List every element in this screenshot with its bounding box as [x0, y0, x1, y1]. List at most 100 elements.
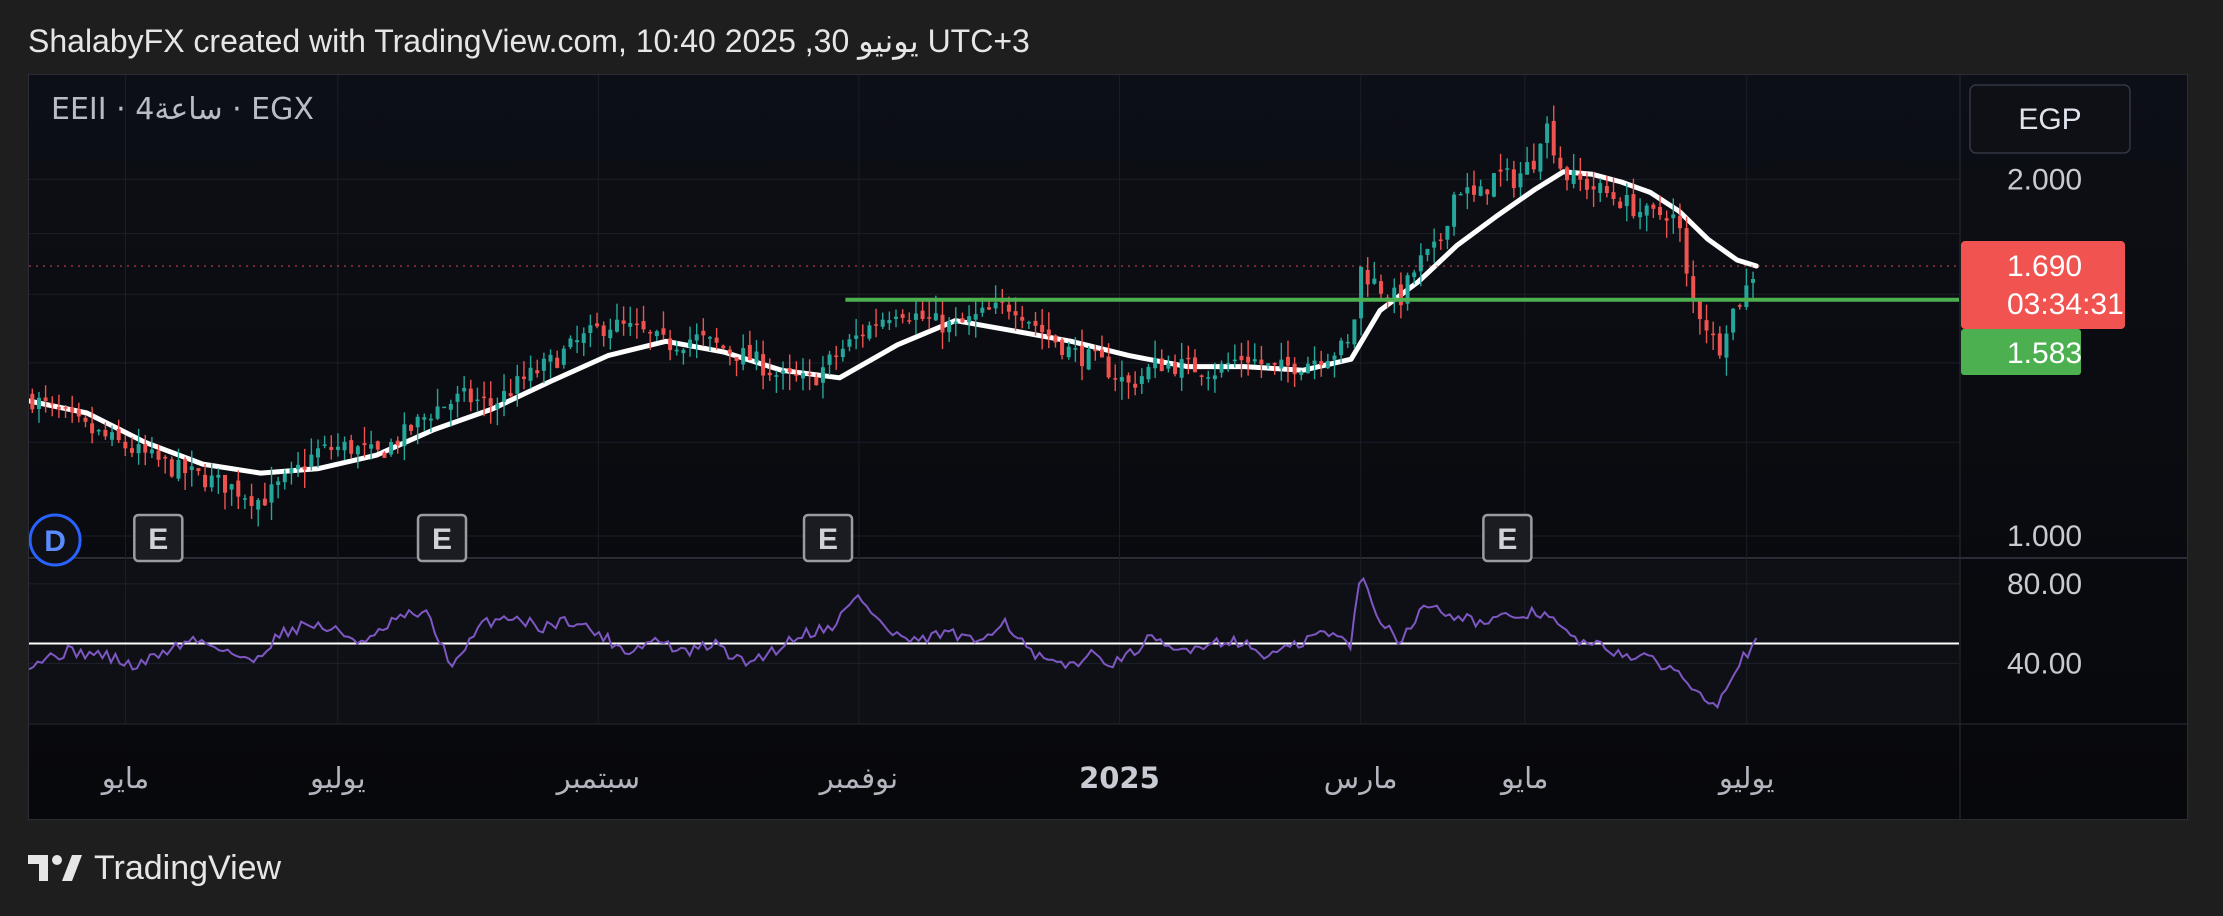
- candle-body-211: [1432, 241, 1437, 248]
- candle-body-82: [575, 340, 580, 343]
- candle-body-208: [1412, 272, 1417, 278]
- candle-body-141: [967, 316, 972, 323]
- candle-body-55: [395, 440, 400, 446]
- candle-body-220: [1491, 173, 1496, 197]
- chart-canvas[interactable]: مايو يوليو سبتمبر نوفمبر 2025 مارس مايو يوليو 2.…: [29, 75, 2188, 820]
- candle-body-142: [973, 314, 978, 320]
- candle-body-16: [136, 444, 141, 454]
- candle-body-8: [83, 417, 88, 422]
- candle-body-157: [1073, 348, 1078, 350]
- candle-body-13: [116, 428, 121, 441]
- time-tick-label-1: يوليو: [308, 761, 366, 795]
- earnings-marker-label-3: E: [1497, 523, 1517, 556]
- candle-body-78: [548, 354, 553, 362]
- earnings-marker-1[interactable]: E: [416, 513, 468, 563]
- candle-body-243: [1644, 205, 1649, 216]
- candle-body-238: [1611, 192, 1616, 200]
- symbol-label: EEII · 4ساعة · EGX: [51, 92, 314, 127]
- candle-body-159: [1086, 349, 1091, 370]
- candle-body-83: [581, 333, 586, 344]
- candle-body-138: [947, 321, 952, 333]
- candle-body-145: [993, 302, 998, 309]
- candle-body-101: [701, 330, 706, 336]
- earnings-marker-3[interactable]: E: [1482, 513, 1533, 563]
- candle-body-224: [1518, 173, 1523, 188]
- candle-body-107: [741, 348, 746, 365]
- candle-body-110: [761, 354, 766, 376]
- candle-body-166: [1133, 383, 1138, 388]
- footer-brand[interactable]: TradingView: [94, 849, 281, 888]
- time-tick-label-3: نوفمبر: [818, 761, 898, 795]
- candle-body-174: [1186, 357, 1191, 360]
- candle-body-249: [1684, 228, 1689, 274]
- candle-body-175: [1192, 357, 1197, 373]
- candle-body-66: [468, 388, 473, 403]
- candle-body-213: [1445, 225, 1450, 240]
- earnings-marker-label-1: E: [432, 523, 452, 556]
- candle-body-155: [1060, 339, 1065, 356]
- candle-body-51: [369, 444, 374, 449]
- candle-body-15: [129, 448, 134, 453]
- candle-body-214: [1452, 194, 1457, 227]
- candle-body-114: [787, 368, 792, 373]
- candle-body-144: [987, 307, 992, 310]
- rsi-tick-label-1: 40.00: [2007, 647, 2082, 680]
- candle-body-151: [1033, 320, 1038, 326]
- chart-area[interactable]: مايو يوليو سبتمبر نوفمبر 2025 مارس مايو يوليو 2.…: [28, 74, 2188, 820]
- candle-body-250: [1691, 276, 1696, 300]
- candle-body-200: [1359, 266, 1364, 319]
- candle-body-39: [289, 468, 294, 474]
- time-tick-label-6: مايو: [1499, 761, 1548, 795]
- candle-body-40: [296, 464, 301, 470]
- candle-body-255: [1724, 333, 1729, 358]
- candle-body-217: [1471, 185, 1476, 195]
- candle-body-94: [654, 331, 659, 337]
- earnings-marker-0[interactable]: E: [133, 513, 184, 563]
- candle-body-122: [840, 348, 845, 358]
- candle-body-239: [1618, 201, 1623, 208]
- candle-body-184: [1252, 359, 1257, 362]
- candle-body-116: [800, 373, 805, 379]
- candle-body-158: [1080, 345, 1085, 367]
- candle-body-195: [1325, 361, 1330, 369]
- candle-body-228: [1545, 123, 1550, 143]
- earnings-marker-2[interactable]: E: [802, 513, 854, 563]
- candle-body-77: [541, 358, 546, 371]
- candle-body-152: [1040, 324, 1045, 333]
- candle-body-245: [1658, 206, 1663, 216]
- candle-body-67: [475, 399, 480, 402]
- candle-body-212: [1438, 239, 1443, 242]
- candle-body-126: [867, 325, 872, 339]
- candle-body-57: [409, 424, 414, 431]
- candle-body-52: [375, 441, 380, 450]
- candle-body-18: [149, 449, 154, 454]
- candle-body-24: [189, 466, 194, 471]
- candle-body-118: [814, 377, 819, 386]
- candle-body-251: [1697, 300, 1702, 320]
- candle-body-22: [176, 459, 181, 479]
- candle-body-10: [96, 429, 101, 432]
- candle-body-50: [362, 443, 367, 446]
- candle-body-2: [43, 397, 48, 401]
- currency-button[interactable]: EGP: [1969, 84, 2131, 154]
- candle-body-198: [1345, 341, 1350, 344]
- dividend-marker[interactable]: D: [29, 513, 82, 567]
- candle-body-53: [382, 452, 387, 458]
- candle-body-25: [196, 468, 201, 471]
- candle-body-172: [1173, 362, 1178, 375]
- tradingview-logo-icon[interactable]: [28, 853, 82, 883]
- candle-body-37: [276, 481, 281, 486]
- candle-body-253: [1711, 333, 1716, 336]
- candle-body-108: [747, 344, 752, 361]
- candle-body-90: [628, 323, 633, 327]
- candle-body-127: [874, 324, 879, 326]
- candle-body-95: [661, 328, 666, 335]
- time-tick-label-2: سبتمبر: [555, 761, 640, 795]
- candle-body-223: [1511, 169, 1516, 189]
- time-tick-label-5: مارس: [1324, 761, 1398, 795]
- candle-body-115: [794, 373, 799, 376]
- candle-body-216: [1465, 187, 1470, 194]
- candle-body-56: [402, 424, 407, 447]
- candle-body-123: [847, 339, 852, 347]
- candle-body-86: [601, 325, 606, 336]
